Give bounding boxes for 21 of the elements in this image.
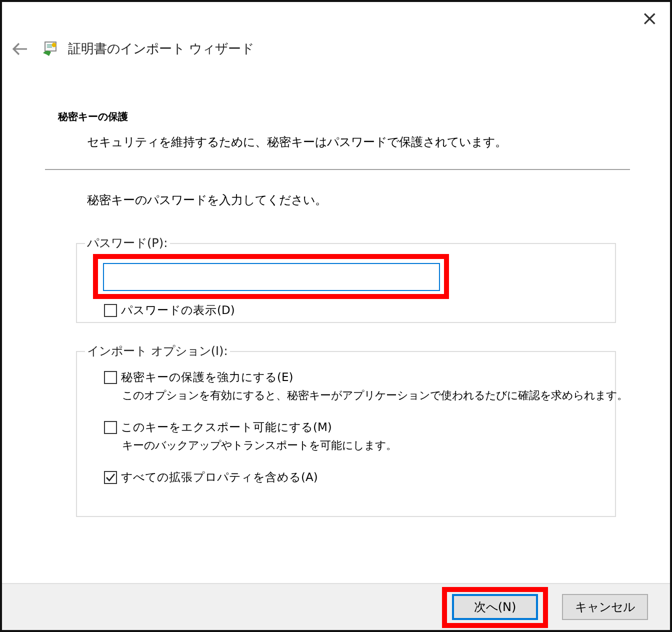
checkbox[interactable] [104, 471, 117, 484]
option-description: このオプションを有効にすると、秘密キーがアプリケーションで使われるたびに確認を求められます。 [121, 388, 628, 403]
checkbox-label[interactable]: すべての拡張プロパティを含める(A) [121, 470, 318, 485]
group-legend: インポート オプション(I): [85, 343, 230, 360]
checkbox-label[interactable]: このキーをエクスポート可能にする(M) [121, 420, 332, 435]
cancel-button[interactable]: キャンセル [562, 594, 648, 620]
section-description: セキュリティを維持するために、秘密キーはパスワードで保護されています。 [87, 134, 508, 151]
option-description: キーのバックアップやトランスポートを可能にします。 [121, 438, 397, 453]
checkbox[interactable] [104, 421, 117, 434]
back-arrow-icon[interactable] [12, 42, 28, 56]
checkbox[interactable] [104, 371, 117, 384]
section-heading: 秘密キーの保護 [58, 110, 129, 124]
checkbox-label[interactable]: パスワードの表示(D) [121, 303, 235, 318]
group-legend: パスワード(P): [85, 235, 170, 252]
next-button[interactable]: 次へ(N) [452, 594, 538, 620]
checkbox[interactable] [104, 304, 117, 317]
close-button[interactable]: × [641, 8, 658, 32]
instruction-text: 秘密キーのパスワードを入力してください。 [87, 192, 328, 209]
window-title: 証明書のインポート ウィザード [68, 41, 254, 58]
checkbox-label[interactable]: 秘密キーの保護を強力にする(E) [121, 370, 294, 385]
password-field[interactable] [102, 262, 440, 290]
